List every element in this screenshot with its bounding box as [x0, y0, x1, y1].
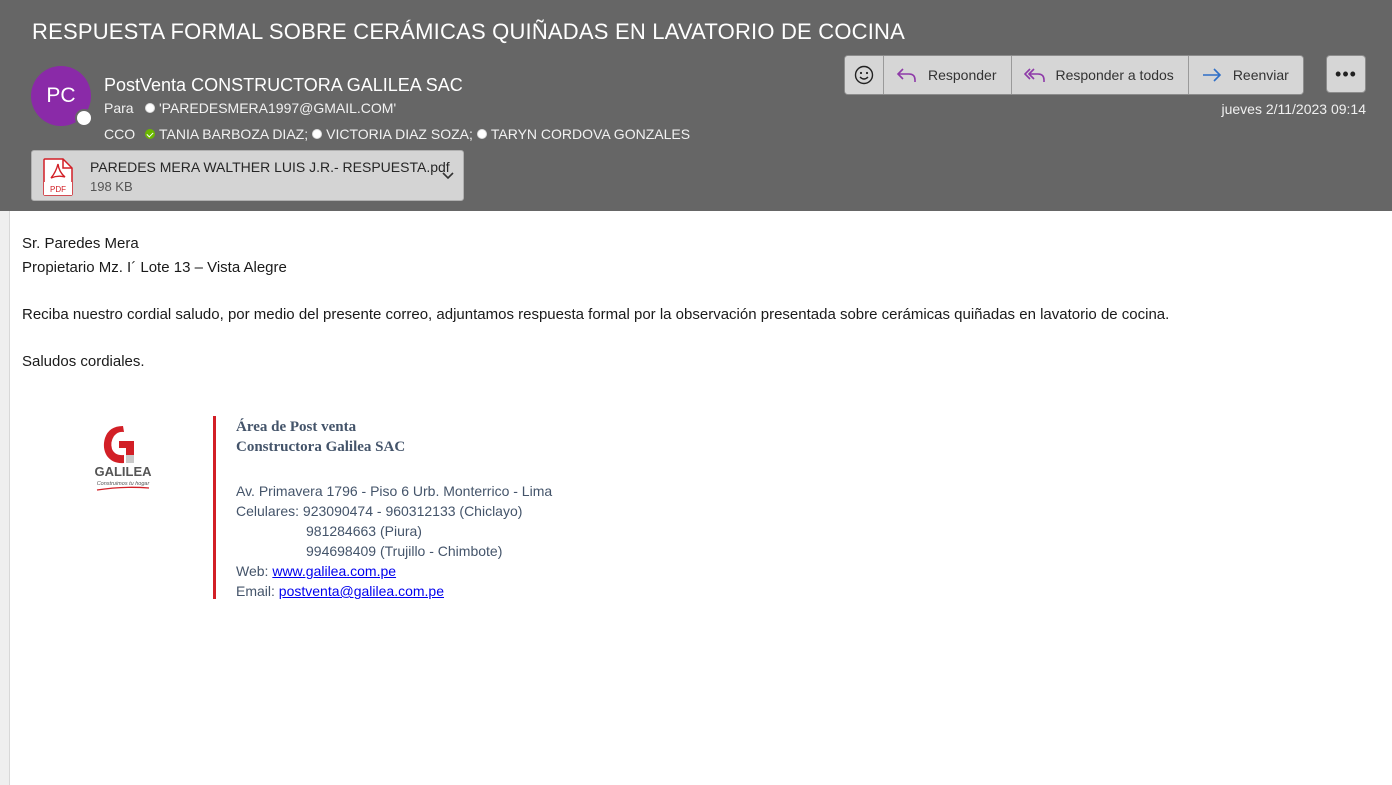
recipient-to-0[interactable]: 'PAREDESMERA1997@GMAIL.COM' [145, 100, 396, 116]
presence-unknown-icon [145, 103, 155, 113]
reply-button[interactable]: Responder [884, 56, 1012, 94]
svg-text:PDF: PDF [50, 185, 66, 194]
closing-line: Saludos cordiales. [22, 353, 145, 370]
bcc-label: CCO [104, 126, 136, 142]
signature-company: Constructora Galilea SAC [236, 439, 406, 455]
signature-phones: Celulares: 923090474 - 960312133 (Chicla… [236, 503, 523, 519]
salutation-name: Sr. Paredes Mera [22, 235, 139, 252]
forward-arrow-icon [1202, 68, 1221, 82]
to-recipients: Para 'PAREDESMERA1997@GMAIL.COM' [104, 100, 400, 116]
signature-divider [213, 416, 216, 599]
recipient-bcc-2[interactable]: TARYN CORDOVA GONZALES [476, 126, 690, 142]
chevron-down-icon[interactable] [441, 169, 455, 183]
signature-phone-trujillo: 994698409 (Trujillo - Chimbote) [306, 543, 503, 559]
reading-pane-edge [0, 211, 10, 785]
presence-unknown-icon [312, 129, 323, 139]
message-body: Sr. Paredes Mera Propietario Mz. I´ Lote… [22, 232, 1169, 374]
bcc-recipients: CCO TANIA BARBOZA DIAZ; VICTORIA DIAZ SO… [104, 126, 694, 142]
body-paragraph: Reciba nuestro cordial saludo, por medio… [22, 306, 1170, 323]
forward-button[interactable]: Reenviar [1188, 56, 1303, 94]
galilea-logo: GALILEA Construimos tu hogar [94, 426, 152, 491]
to-label: Para [104, 100, 134, 116]
attachment-card[interactable]: PDF PAREDES MERA WALTHER LUIS J.R.- RESP… [31, 150, 464, 201]
recipient-bcc-0[interactable]: TANIA BARBOZA DIAZ; [145, 126, 308, 142]
signature-address: Av. Primavera 1796 - Piso 6 Urb. Monterr… [236, 483, 553, 499]
smiley-icon [854, 65, 874, 85]
more-actions-button[interactable]: ••• [1326, 55, 1366, 93]
presence-unknown-icon [476, 129, 487, 139]
attachment-size: 198 KB [90, 179, 133, 194]
message-actions-toolbar: Responder Responder a todos Reenviar [844, 55, 1304, 95]
signature-web: Web: www.galilea.com.pe [236, 563, 397, 579]
recipient-bcc-1[interactable]: VICTORIA DIAZ SOZA; [312, 126, 473, 142]
attachment-filename: PAREDES MERA WALTHER LUIS J.R.- RESPUEST… [90, 159, 450, 175]
svg-text:Construimos tu hogar: Construimos tu hogar [97, 481, 151, 487]
received-date: jueves 2/11/2023 09:14 [1221, 101, 1366, 117]
presence-available-icon [145, 129, 155, 139]
svg-text:GALILEA: GALILEA [94, 464, 152, 479]
reply-all-arrow-icon [1023, 68, 1045, 82]
pdf-file-icon: PDF [43, 158, 73, 196]
presence-status-icon [75, 109, 93, 127]
reply-arrow-icon [896, 68, 916, 82]
message-header: RESPUESTA FORMAL SOBRE CERÁMICAS QUIÑADA… [0, 0, 1392, 211]
email-subject: RESPUESTA FORMAL SOBRE CERÁMICAS QUIÑADA… [32, 19, 906, 44]
email-link[interactable]: postventa@galilea.com.pe [279, 583, 444, 599]
signature-phone-piura: 981284663 (Piura) [306, 523, 422, 539]
avatar-initials: PC [46, 84, 76, 107]
email-signature: Área de Post venta Constructora Galilea … [236, 417, 552, 601]
signature-department: Área de Post venta [236, 419, 357, 435]
salutation-address: Propietario Mz. I´ Lote 13 – Vista Alegr… [22, 259, 287, 276]
emoji-reaction-button[interactable] [845, 56, 884, 94]
sender-name[interactable]: PostVenta CONSTRUCTORA GALILEA SAC [104, 75, 463, 96]
signature-email: Email: postventa@galilea.com.pe [236, 583, 444, 599]
reply-all-button[interactable]: Responder a todos [1011, 56, 1189, 94]
web-link[interactable]: www.galilea.com.pe [272, 563, 396, 579]
